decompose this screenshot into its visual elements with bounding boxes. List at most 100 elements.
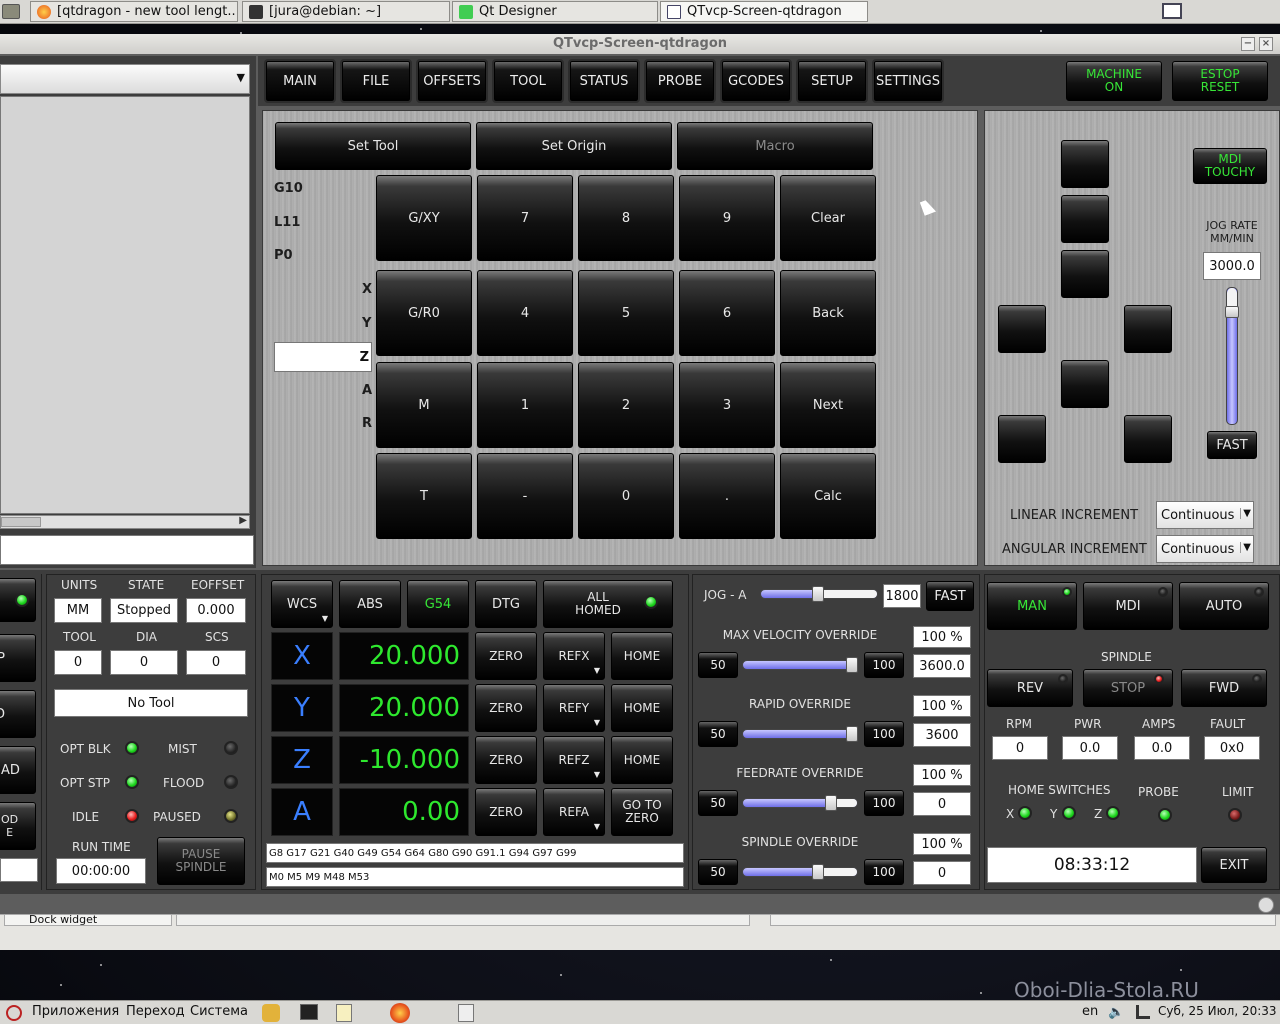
mdi-mode-button[interactable]: MDI xyxy=(1083,582,1173,630)
nav-tab-status[interactable]: STATUS xyxy=(568,59,640,103)
spindle-fwd-button[interactable]: FWD xyxy=(1181,669,1267,707)
jog-x-plus-button[interactable] xyxy=(1124,305,1172,353)
calc-key[interactable]: 2 xyxy=(578,362,674,448)
calc-key[interactable]: 9 xyxy=(679,175,775,261)
override-slider[interactable] xyxy=(742,798,858,808)
nav-tab-file[interactable]: FILE xyxy=(340,59,412,103)
manual-mode-button[interactable]: MAN xyxy=(987,582,1077,630)
calc-key[interactable]: M xyxy=(376,362,472,448)
text-editor-icon[interactable] xyxy=(336,1004,352,1022)
calc-key[interactable]: G/XY xyxy=(376,175,472,261)
taskbar-tab-qtvcp[interactable]: QTvcp-Screen-qtdragon xyxy=(660,1,868,22)
dock-field[interactable] xyxy=(770,914,1276,926)
zero-z-button[interactable]: ZERO xyxy=(475,736,537,784)
override-slider[interactable] xyxy=(742,729,858,739)
jog-a-minus-button[interactable] xyxy=(998,415,1046,463)
nav-tab-offsets[interactable]: OFFSETS xyxy=(416,59,488,103)
override-high-button[interactable]: 100 xyxy=(864,859,904,885)
zero-y-button[interactable]: ZERO xyxy=(475,684,537,732)
keyboard-layout[interactable]: en xyxy=(1082,1004,1098,1019)
override-low-button[interactable]: 50 xyxy=(698,790,738,816)
nav-tab-tool[interactable]: TOOL xyxy=(492,59,564,103)
window-list-icon[interactable] xyxy=(458,1004,474,1022)
jog-x-minus-button[interactable] xyxy=(998,305,1046,353)
machine-on-button[interactable]: MACHINE ON xyxy=(1066,61,1162,101)
nav-tab-setup[interactable]: SETUP xyxy=(796,59,868,103)
estop-reset-button[interactable]: ESTOP RESET xyxy=(1172,61,1268,101)
override-low-button[interactable]: 50 xyxy=(698,859,738,885)
axis-z-label[interactable]: Z xyxy=(271,736,333,784)
close-icon[interactable]: × xyxy=(1259,37,1273,51)
override-slider[interactable] xyxy=(742,867,858,877)
taskbar-tab-qtdragon[interactable]: [qtdragon - new tool lengt... xyxy=(30,1,238,22)
override-handle[interactable] xyxy=(825,795,837,811)
wcs-button[interactable]: WCS ▼ xyxy=(271,580,333,628)
left-partial-button-5[interactable]: OD E xyxy=(0,802,36,850)
calc-key[interactable]: 7 xyxy=(477,175,573,261)
jog-z-plus-button[interactable] xyxy=(1061,195,1109,243)
home-a-button[interactable]: GO TO ZERO xyxy=(611,788,673,836)
network-icon[interactable] xyxy=(1136,1005,1150,1019)
set-tool-button[interactable]: Set Tool xyxy=(275,122,471,170)
axis-a-label[interactable]: A xyxy=(271,788,333,836)
debian-icon[interactable] xyxy=(6,1005,22,1021)
override-high-button[interactable]: 100 xyxy=(864,790,904,816)
calc-key[interactable]: 8 xyxy=(578,175,674,261)
file-list-scrollbar[interactable]: ▶ xyxy=(0,515,250,529)
override-high-button[interactable]: 100 xyxy=(864,652,904,678)
linux-icon[interactable] xyxy=(262,1004,280,1022)
calc-key[interactable]: 6 xyxy=(679,270,775,356)
calc-key[interactable]: Back xyxy=(780,270,876,356)
spindle-rev-button[interactable]: REV xyxy=(987,669,1073,707)
home-y-button[interactable]: HOME xyxy=(611,684,673,732)
pause-spindle-button[interactable]: PAUSE SPINDLE xyxy=(157,837,245,885)
clock-datetime[interactable]: Суб, 25 Июл, 20:33 xyxy=(1158,1004,1277,1018)
taskbar-tab-terminal[interactable]: [jura@debian: ~] xyxy=(242,1,450,22)
calc-key[interactable]: . xyxy=(679,453,775,539)
dock-widget-combo[interactable]: Dock widget xyxy=(4,914,172,926)
firefox-launcher-icon[interactable] xyxy=(390,1003,410,1023)
dtg-button[interactable]: DTG xyxy=(475,580,537,628)
calc-key[interactable]: Clear xyxy=(780,175,876,261)
override-handle[interactable] xyxy=(812,864,824,880)
nav-tab-main[interactable]: MAIN xyxy=(264,59,336,103)
override-low-button[interactable]: 50 xyxy=(698,652,738,678)
calc-key[interactable]: G/R0 xyxy=(376,270,472,356)
calc-key[interactable]: T xyxy=(376,453,472,539)
left-partial-button-2[interactable]: P xyxy=(0,634,36,682)
exit-button[interactable]: EXIT xyxy=(1201,847,1267,883)
jog-fast-button[interactable]: FAST xyxy=(1207,431,1257,459)
jog-y-minus-button[interactable] xyxy=(1061,360,1109,408)
calc-key[interactable]: 4 xyxy=(477,270,573,356)
calc-key[interactable]: 0 xyxy=(578,453,674,539)
ref-x-button[interactable]: REFX ▼ xyxy=(543,632,605,680)
override-handle[interactable] xyxy=(846,726,858,742)
dock-scrollbar[interactable] xyxy=(176,914,750,926)
calc-key[interactable]: 1 xyxy=(477,362,573,448)
jog-a-plus-button[interactable] xyxy=(1124,415,1172,463)
folder-icon[interactable] xyxy=(2,4,20,19)
jog-a-fast-button[interactable]: FAST xyxy=(926,581,974,611)
zero-a-button[interactable]: ZERO xyxy=(475,788,537,836)
left-partial-button-3[interactable]: D xyxy=(0,690,36,738)
override-high-button[interactable]: 100 xyxy=(864,721,904,747)
nav-tab-gcodes[interactable]: GCODES xyxy=(720,59,792,103)
left-partial-button-4[interactable]: AD xyxy=(0,746,36,794)
file-path-combo[interactable]: ▼ xyxy=(0,64,250,94)
home-x-button[interactable]: HOME xyxy=(611,632,673,680)
abs-button[interactable]: ABS xyxy=(339,580,401,628)
nav-tab-probe[interactable]: PROBE xyxy=(644,59,716,103)
linear-increment-combo[interactable]: Continuous ▼ xyxy=(1156,501,1254,529)
volume-icon[interactable]: 🔈 xyxy=(1108,1005,1124,1020)
nav-tab-settings[interactable]: SETTINGS xyxy=(872,59,944,103)
jog-a-value[interactable]: 1800 xyxy=(883,584,921,608)
angular-increment-combo[interactable]: Continuous ▼ xyxy=(1156,535,1254,563)
home-z-button[interactable]: HOME xyxy=(611,736,673,784)
all-homed-button[interactable]: ALL HOMED xyxy=(543,580,673,628)
macro-button[interactable]: Macro xyxy=(677,122,873,170)
calc-key[interactable]: 5 xyxy=(578,270,674,356)
left-partial-button-1[interactable] xyxy=(0,578,36,622)
mdi-touchy-button[interactable]: MDI TOUCHY xyxy=(1193,148,1267,184)
show-desktop-icon[interactable] xyxy=(1162,3,1182,19)
axis-y-label[interactable]: Y xyxy=(271,684,333,732)
